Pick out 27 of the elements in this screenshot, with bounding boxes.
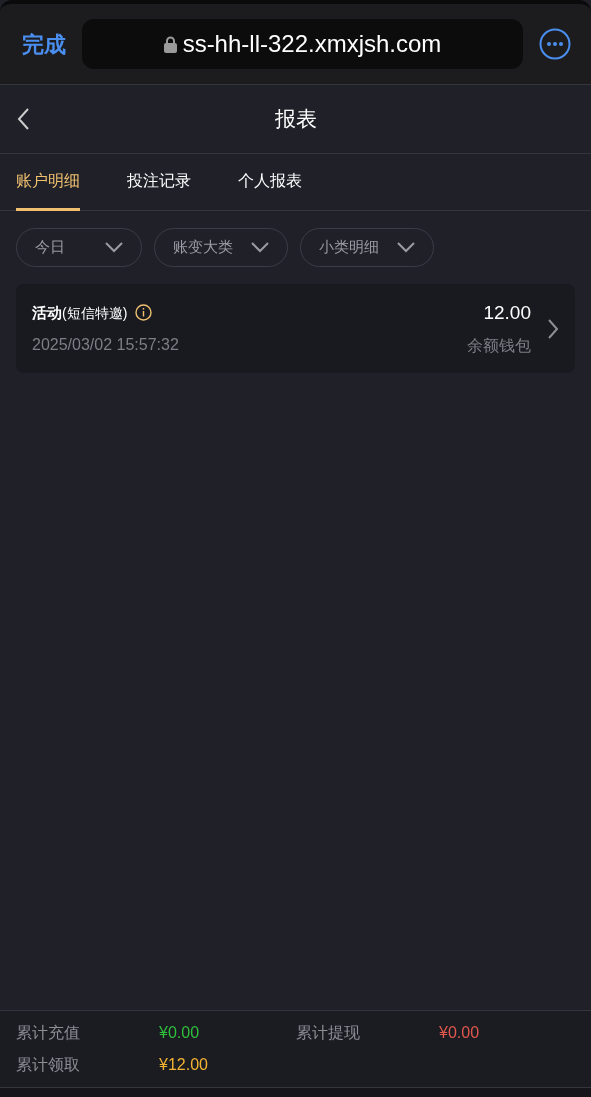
record-time: 2025/03/02 15:57:32 <box>32 334 180 355</box>
chevron-down-icon <box>105 242 123 253</box>
summary-value: ¥0.00 <box>439 1023 481 1043</box>
tab[interactable]: 投注记录 <box>127 154 191 211</box>
chevron-down-icon <box>397 242 415 253</box>
chevron-down-icon <box>251 242 269 253</box>
info-icon[interactable] <box>135 304 153 321</box>
url-text: ss-hh-ll-322.xmxjsh.com <box>182 29 442 59</box>
page-title: 报表 <box>274 106 317 133</box>
summary-value: ¥0.00 <box>159 1023 201 1043</box>
record-title: 活动 <box>32 303 62 321</box>
address-bar[interactable]: ss-hh-ll-322.xmxjsh.com <box>82 19 523 69</box>
tab[interactable]: 账户明细 <box>16 154 80 211</box>
record-card[interactable]: 活动(短信特邀) 2025/03/02 15:57:32 12.00 余额钱包 <box>16 284 575 373</box>
record-amount: 12.00 <box>482 301 531 326</box>
summary-value: ¥12.00 <box>159 1055 209 1075</box>
summary-label: 累计提现 <box>296 1023 361 1043</box>
wallet-label: 余额钱包 <box>467 335 531 356</box>
summary-label: 累计领取 <box>16 1055 81 1075</box>
lock-icon <box>163 35 177 53</box>
chevron-right-icon <box>547 317 559 340</box>
done-button[interactable]: 完成 <box>22 27 66 61</box>
record-tag: (短信特邀) <box>62 304 128 321</box>
back-icon[interactable] <box>16 107 30 131</box>
summary-label: 累计充值 <box>16 1023 81 1043</box>
tab[interactable]: 个人报表 <box>238 154 302 211</box>
more-icon[interactable] <box>539 28 571 60</box>
